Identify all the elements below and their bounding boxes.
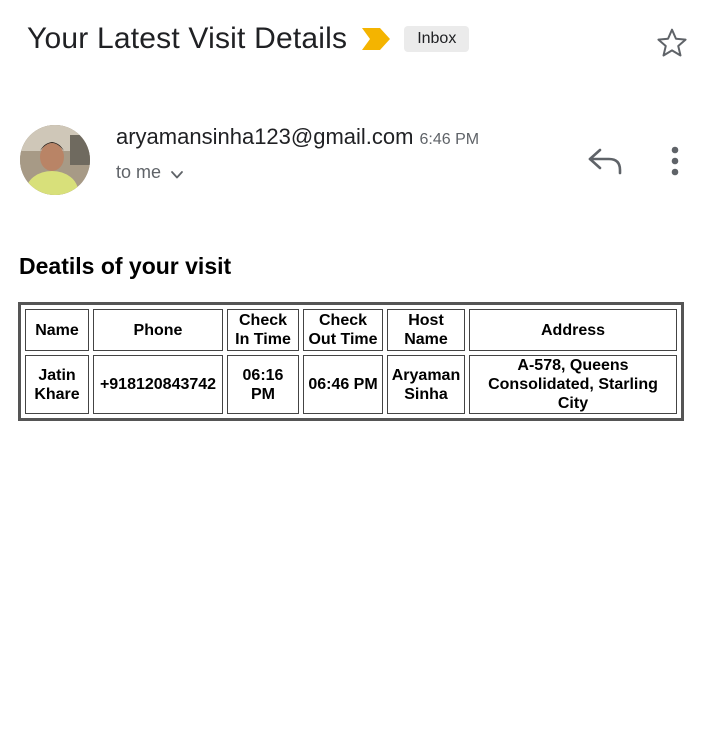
visit-details-table: Name Phone Check In Time Check Out Time …	[18, 302, 684, 421]
reply-icon[interactable]	[587, 146, 623, 176]
header-address: Address	[469, 309, 677, 351]
sender-email[interactable]: aryamansinha123@gmail.com	[116, 124, 413, 149]
header-check-out: Check Out Time	[303, 309, 383, 351]
cell-name: Jatin Khare	[25, 355, 89, 414]
important-marker-icon[interactable]	[361, 27, 391, 51]
chevron-down-icon[interactable]	[169, 167, 185, 183]
sender-line: aryamansinha123@gmail.com 6:46 PM	[116, 124, 479, 150]
visit-table-container: Name Phone Check In Time Check Out Time …	[18, 302, 684, 421]
body-heading: Deatils of your visit	[19, 253, 232, 279]
more-vertical-icon[interactable]	[664, 142, 686, 180]
recipient-details-toggle[interactable]: to me	[116, 162, 185, 183]
cell-check-out: 06:46 PM	[303, 355, 383, 414]
cell-host: Aryaman Sinha	[387, 355, 465, 414]
subject-row: Your Latest Visit Details Inbox	[27, 22, 470, 56]
header-name: Name	[25, 309, 89, 351]
email-subject: Your Latest Visit Details	[27, 22, 348, 55]
inbox-label-chip[interactable]: Inbox	[404, 26, 470, 52]
cell-check-in: 06:16 PM	[227, 355, 299, 414]
header-check-in: Check In Time	[227, 309, 299, 351]
message-time: 6:46 PM	[419, 131, 480, 148]
table-row: Jatin Khare +918120843742 06:16 PM 06:46…	[25, 355, 677, 414]
header-host: Host Name	[387, 309, 465, 351]
avatar-photo	[20, 125, 90, 195]
cell-address: A-578, Queens Consolidated, Starling Cit…	[469, 355, 677, 414]
recipient-text: to me	[116, 162, 162, 182]
table-header-row: Name Phone Check In Time Check Out Time …	[25, 309, 677, 351]
star-outline-icon[interactable]	[655, 26, 689, 60]
cell-phone[interactable]: +918120843742	[93, 355, 223, 414]
header-phone: Phone	[93, 309, 223, 351]
sender-avatar[interactable]	[20, 125, 90, 195]
